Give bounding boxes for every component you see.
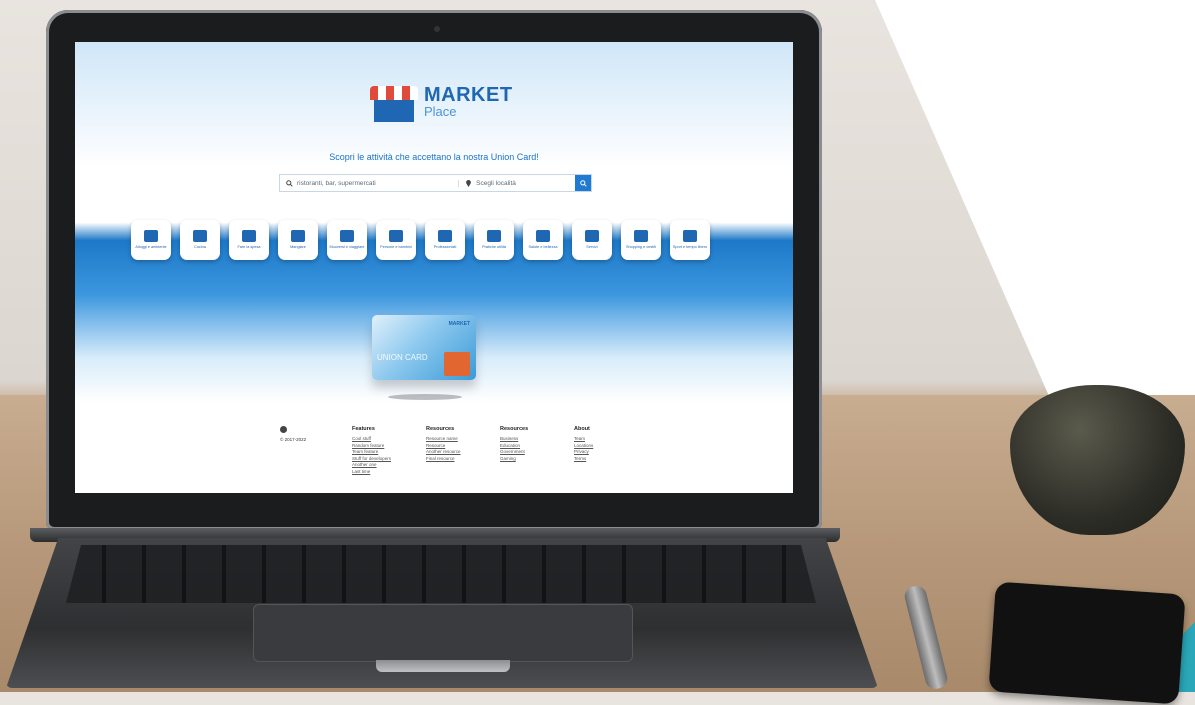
footer-link[interactable]: Another one xyxy=(352,462,400,467)
kitchen-icon xyxy=(193,230,207,243)
location-pin-icon xyxy=(466,179,472,187)
category-label: Alloggi e ambiente xyxy=(135,245,167,250)
marketplace-logo[interactable]: MARKET Place xyxy=(370,82,513,122)
category-tile[interactable]: Pratiche utilità xyxy=(474,220,514,260)
search-icon xyxy=(286,179,293,187)
card-label: UNION CARD xyxy=(377,353,428,362)
person-icon xyxy=(438,230,452,243)
home-icon xyxy=(144,230,158,243)
search-bar: ristoranti, bar, supermercati Scegli loc… xyxy=(279,174,592,192)
category-tile[interactable]: Shopping e vestiti xyxy=(621,220,661,260)
footer-column-title: Resources xyxy=(426,426,455,432)
keyboard[interactable] xyxy=(66,545,816,603)
category-label: Pratiche utilità xyxy=(482,245,506,250)
footer-link[interactable]: Terms xyxy=(574,456,622,461)
category-tile[interactable]: Persone e bambini xyxy=(376,220,416,260)
category-label: Persone e bambini xyxy=(380,245,412,250)
utensils-icon xyxy=(291,230,305,243)
category-list: Alloggi e ambiente Cucina Fare la spesa … xyxy=(131,220,710,260)
laptop-notch xyxy=(376,660,510,672)
webcam xyxy=(434,26,440,32)
category-label: Sport e tempo libero xyxy=(672,245,708,250)
category-label: Salute e bellezza xyxy=(528,245,558,250)
logo-title: MARKET xyxy=(424,84,513,106)
search-button[interactable] xyxy=(575,175,591,191)
footer-column-title: Features xyxy=(352,426,375,432)
category-label: Muoversi e viaggiare xyxy=(329,245,365,250)
hanger-icon xyxy=(634,230,648,243)
footer-column: About Team Locations Privacy Terms xyxy=(574,426,622,475)
footer-link[interactable]: Education xyxy=(500,443,548,448)
category-tile[interactable]: Mangiare xyxy=(278,220,318,260)
footer-logo-icon xyxy=(280,426,287,433)
footer-link[interactable]: Business xyxy=(500,436,548,441)
search-what-field[interactable]: ristoranti, bar, supermercati xyxy=(280,179,460,187)
footer-link[interactable]: Last time xyxy=(352,469,400,474)
category-tile[interactable]: Professionisti xyxy=(425,220,465,260)
health-icon xyxy=(536,230,550,243)
category-tile[interactable]: Muoversi e viaggiare xyxy=(327,220,367,260)
site-footer: © 2017-2022 Features Cool stuff Random f… xyxy=(280,426,622,475)
footer-link[interactable]: Government xyxy=(500,449,548,454)
footer-link[interactable]: Gaming xyxy=(500,456,548,461)
footer-column: Features Cool stuff Random feature Team … xyxy=(352,426,400,475)
smartphone xyxy=(988,581,1186,705)
document-icon xyxy=(487,230,501,243)
footer-link[interactable]: Resource name xyxy=(426,436,474,441)
footer-link[interactable]: Locations xyxy=(574,443,622,448)
trackpad[interactable] xyxy=(253,604,633,662)
shopping-bag-icon xyxy=(444,352,470,376)
footer-link[interactable]: Team feature xyxy=(352,449,400,454)
cart-icon xyxy=(242,230,256,243)
category-label: Cucina xyxy=(194,245,206,250)
category-label: Shopping e vestiti xyxy=(626,245,656,250)
footer-column-title: About xyxy=(574,426,590,432)
category-tile[interactable]: Servizi xyxy=(572,220,612,260)
globe-icon xyxy=(683,230,697,243)
search-icon xyxy=(579,179,587,187)
category-tile[interactable]: Alloggi e ambiente xyxy=(131,220,171,260)
family-icon xyxy=(389,230,403,243)
page-tagline: Scopri le attività che accettano la nost… xyxy=(329,152,539,162)
category-tile[interactable]: Salute e bellezza xyxy=(523,220,563,260)
building-icon xyxy=(340,230,354,243)
category-tile[interactable]: Fare la spesa xyxy=(229,220,269,260)
card-logo: MARKET xyxy=(448,321,470,327)
footer-copyright: © 2017-2022 xyxy=(280,437,307,442)
search-what-placeholder: ristoranti, bar, supermercati xyxy=(297,179,376,187)
footer-link[interactable]: Cool stuff xyxy=(352,436,400,441)
category-label: Professionisti xyxy=(433,245,457,250)
category-tile[interactable]: Sport e tempo libero xyxy=(670,220,710,260)
footer-link[interactable]: Random feature xyxy=(352,443,400,448)
footer-link[interactable]: Stuff for developers xyxy=(352,456,400,461)
logo-subtitle: Place xyxy=(424,104,457,119)
category-label: Fare la spesa xyxy=(237,245,261,250)
footer-link[interactable]: Final resource xyxy=(426,456,474,461)
category-tile[interactable]: Cucina xyxy=(180,220,220,260)
footer-link[interactable]: Another resource xyxy=(426,449,474,454)
category-label: Servizi xyxy=(586,245,598,250)
footer-link[interactable]: Team xyxy=(574,436,622,441)
laptop-screen: MARKET Place Scopri le attività che acce… xyxy=(75,42,793,493)
card-shadow xyxy=(388,394,462,400)
footer-column: Resources Business Education Government … xyxy=(500,426,548,475)
search-where-placeholder: Scegli località xyxy=(476,179,516,187)
footer-column-title: Resources xyxy=(500,426,529,432)
footer-link[interactable]: Resource xyxy=(426,443,474,448)
union-card-image: MARKET UNION CARD xyxy=(372,315,476,380)
store-icon xyxy=(370,82,418,122)
category-label: Mangiare xyxy=(290,245,306,250)
handshake-icon xyxy=(585,230,599,243)
search-where-field[interactable]: Scegli località xyxy=(459,179,575,187)
footer-column: Resources Resource name Resource Another… xyxy=(426,426,474,475)
footer-link[interactable]: Privacy xyxy=(574,449,622,454)
